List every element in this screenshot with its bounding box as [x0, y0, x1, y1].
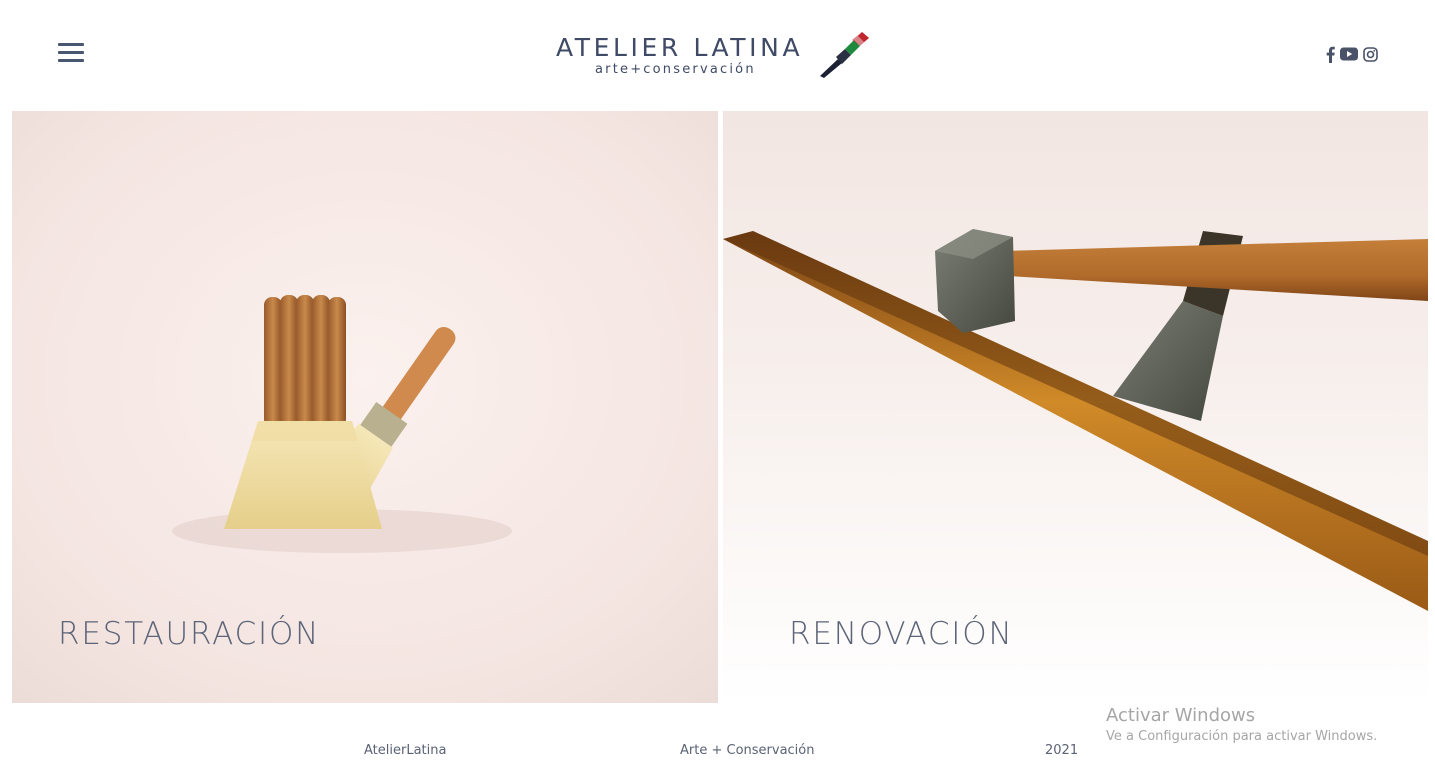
facebook-icon[interactable]: [1326, 45, 1335, 63]
panel-restauracion[interactable]: RESTAURACIÓN: [12, 111, 718, 703]
site-logo[interactable]: ATELIER LATINA arte+conservación: [556, 30, 876, 80]
footer-brand: AtelierLatina: [364, 743, 447, 758]
panel-label-restauracion: RESTAURACIÓN: [58, 616, 321, 652]
windows-activation-subtitle: Ve a Configuración para activar Windows.: [1106, 729, 1378, 744]
footer-year: 2021: [1045, 743, 1079, 758]
logo-subtitle: arte+conservación: [595, 62, 756, 77]
hamburger-menu-icon[interactable]: [58, 43, 84, 63]
panel-label-renovacion: RENOVACIÓN: [789, 616, 1014, 652]
site-header: ATELIER LATINA arte+conservación: [0, 0, 1435, 111]
hammer-chisel-wood-photo: [723, 111, 1428, 703]
footer-tagline: Arte + Conservación: [680, 743, 815, 758]
instagram-icon[interactable]: [1363, 45, 1378, 63]
social-links: [1326, 44, 1378, 64]
windows-activation-title: Activar Windows: [1106, 705, 1256, 726]
logo-title: ATELIER LATINA: [556, 33, 804, 62]
paintbrushes-photo: [12, 111, 718, 703]
youtube-icon[interactable]: [1340, 45, 1358, 63]
paintbrush-icon: [820, 32, 869, 78]
panel-renovacion[interactable]: RENOVACIÓN: [723, 111, 1428, 703]
